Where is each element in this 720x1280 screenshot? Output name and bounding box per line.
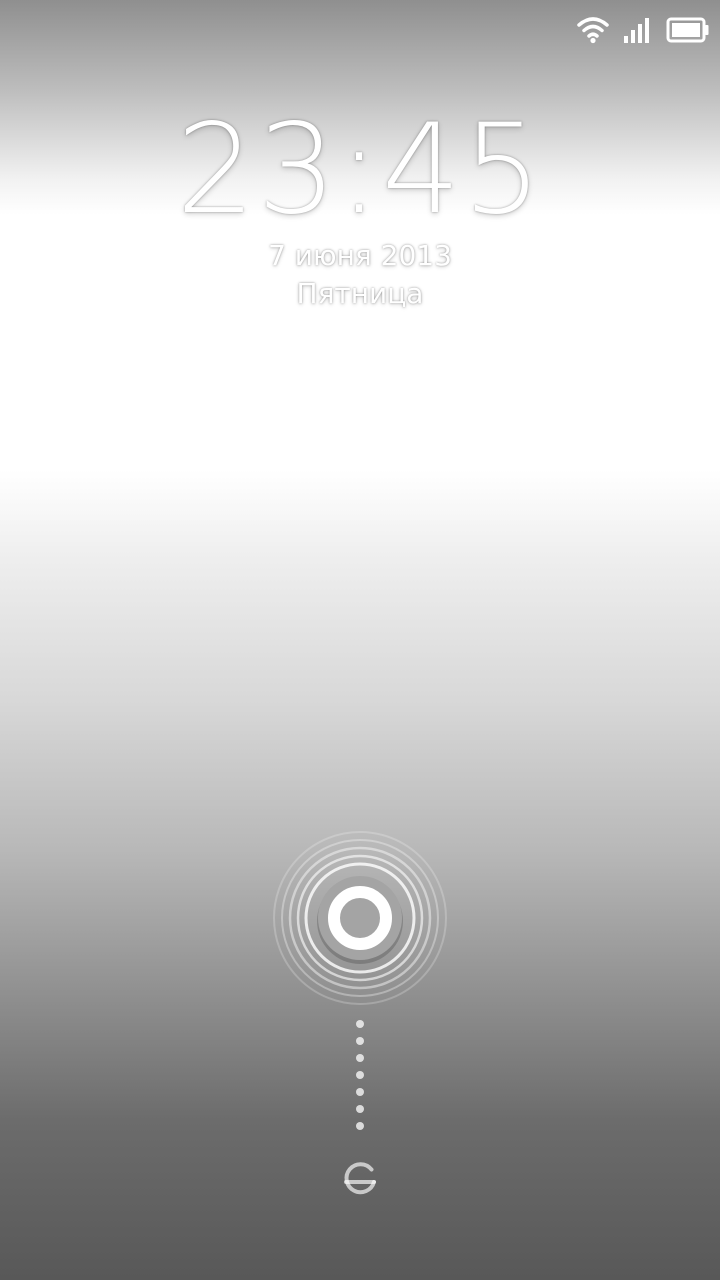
status-bar: [0, 0, 720, 60]
unlock-target-icon[interactable]: [336, 1154, 384, 1202]
signal-icon: [624, 18, 649, 43]
lockscreen-clock: 23:45: [176, 98, 544, 242]
wifi-icon: [577, 17, 609, 44]
lockscreen-date: 7 июня 2013: [268, 239, 452, 272]
drag-dots: [356, 1020, 364, 1130]
battery-icon: [666, 17, 709, 43]
unlock-ring-icon[interactable]: [270, 828, 450, 1008]
lockscreen-weekday: Пятница: [296, 277, 424, 310]
